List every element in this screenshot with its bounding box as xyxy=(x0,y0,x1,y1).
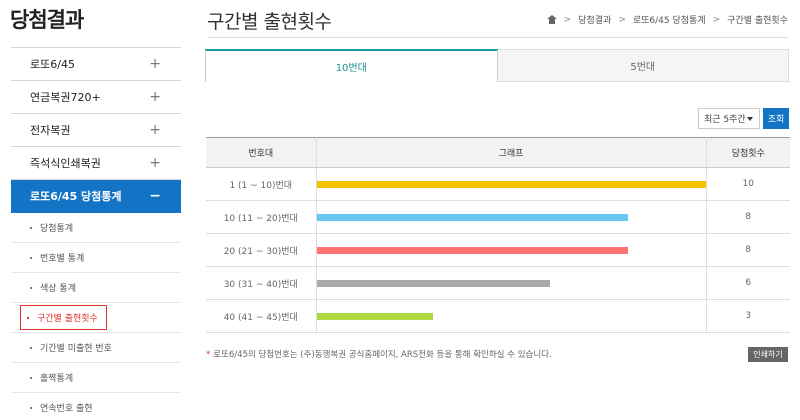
column-header-graph: 그래프 xyxy=(316,137,707,168)
footnote: * 로또6/45의 당첨번호는 (주)동행복권 공식홈페이지, ARS전화 등을 … xyxy=(206,348,552,360)
sidebar-item-label: 연금복권720+ xyxy=(30,91,101,104)
frequency-bar xyxy=(316,213,628,221)
table-row: 1 (1 ~ 10)번대 10 xyxy=(206,167,790,201)
column-header-range: 번호대 xyxy=(206,137,317,168)
plus-icon: + xyxy=(149,89,161,105)
table-row: 20 (21 ~ 30)번대 8 xyxy=(206,233,790,267)
sidebar-item-electronic[interactable]: 전자복권 + xyxy=(11,114,181,147)
sidebar-submenu: 당첨통계 번호별 통계 색상 통계 구간별 출현횟수 기간별 미출현 번호 홀짝… xyxy=(11,213,181,420)
period-select-value: 최근 5주간 xyxy=(704,115,746,125)
graph-cell xyxy=(316,266,707,300)
bullet-icon xyxy=(30,256,32,259)
sidebar-menu: 로또6/45 + 연금복권720+ + 전자복권 + 즉석식인쇄복권 + 로또6… xyxy=(11,47,181,420)
tab-5-range[interactable]: 5번대 xyxy=(497,49,789,82)
column-header-count: 당첨횟수 xyxy=(706,137,790,168)
bullet-icon xyxy=(30,346,32,349)
breadcrumb-item[interactable]: 로또6/45 당첨통계 xyxy=(633,13,706,26)
frequency-bar xyxy=(316,246,628,254)
sidebar-item-label: 전자복권 xyxy=(30,124,71,137)
frequency-bar xyxy=(316,312,434,320)
frequency-table: 번호대 그래프 당첨횟수 1 (1 ~ 10)번대 10 10 (11 ~ 20)번… xyxy=(206,137,790,333)
count-cell: 8 xyxy=(706,200,790,234)
frequency-bar xyxy=(316,279,550,287)
breadcrumb: > 당첨결과 > 로또6/45 당첨통계 > 구간별 출현횟수 xyxy=(546,13,788,26)
submenu-item-missing-numbers[interactable]: 기간별 미출현 번호 xyxy=(11,333,181,363)
chevron-right-icon: > xyxy=(618,14,626,25)
sidebar-item-lotto645[interactable]: 로또6/45 + xyxy=(11,48,181,81)
graph-cell xyxy=(316,167,707,201)
submenu-item-label: 당첨통계 xyxy=(40,224,74,234)
period-select[interactable]: 최근 5주간 xyxy=(698,108,760,129)
plus-icon: + xyxy=(149,122,161,138)
bullet-icon xyxy=(30,226,32,229)
count-cell: 8 xyxy=(706,233,790,267)
sidebar-item-pension720[interactable]: 연금복권720+ + xyxy=(11,81,181,114)
chevron-right-icon: > xyxy=(712,14,721,25)
range-tabs: 10번대 5번대 xyxy=(205,49,789,82)
footnote-text: 로또6/45의 당첨번호는 (주)동행복권 공식홈페이지, ARS전화 등을 통… xyxy=(213,350,552,360)
submenu-item-label: 번호별 통계 xyxy=(40,254,85,264)
submenu-item-consecutive[interactable]: 연속번호 출현 xyxy=(11,393,181,420)
tab-10-range[interactable]: 10번대 xyxy=(205,49,498,82)
plus-icon: + xyxy=(149,56,161,72)
submenu-item-label: 구간별 출현횟수 xyxy=(37,314,98,324)
search-button[interactable]: 조회 xyxy=(763,108,789,129)
bullet-icon xyxy=(30,376,32,379)
frequency-bar xyxy=(316,180,706,188)
submenu-item-odd-even[interactable]: 홀짝통계 xyxy=(11,363,181,393)
submenu-item-label: 기간별 미출현 번호 xyxy=(40,344,112,354)
submenu-item-win-stats[interactable]: 당첨통계 xyxy=(11,213,181,243)
range-cell: 40 (41 ~ 45)번대 xyxy=(206,299,317,333)
table-row: 30 (31 ~ 40)번대 6 xyxy=(206,266,790,300)
table-row: 10 (11 ~ 20)번대 8 xyxy=(206,200,790,234)
count-cell: 6 xyxy=(706,266,790,300)
submenu-item-number-stats[interactable]: 번호별 통계 xyxy=(11,243,181,273)
submenu-item-range-frequency[interactable]: 구간별 출현횟수 xyxy=(11,303,181,333)
sidebar-item-label: 즉석식인쇄복권 xyxy=(30,157,101,170)
range-cell: 20 (21 ~ 30)번대 xyxy=(206,233,317,267)
breadcrumb-item[interactable]: 당첨결과 xyxy=(578,13,611,26)
header-divider xyxy=(207,37,788,38)
table-header-row: 번호대 그래프 당첨횟수 xyxy=(206,137,790,168)
submenu-item-label: 색상 통계 xyxy=(40,284,76,294)
submenu-item-color-stats[interactable]: 색상 통계 xyxy=(11,273,181,303)
graph-cell xyxy=(316,200,707,234)
range-cell: 10 (11 ~ 20)번대 xyxy=(206,200,317,234)
count-cell: 10 xyxy=(706,167,790,201)
range-cell: 1 (1 ~ 10)번대 xyxy=(206,167,317,201)
plus-icon: + xyxy=(149,155,161,171)
minus-icon: − xyxy=(149,188,161,204)
footnote-mark: * xyxy=(206,350,211,360)
graph-cell xyxy=(316,299,707,333)
bullet-icon xyxy=(27,316,29,319)
home-icon[interactable] xyxy=(546,15,557,24)
current-highlight: 구간별 출현횟수 xyxy=(20,305,107,330)
sidebar-item-label: 로또6/45 당첨통계 xyxy=(30,190,122,203)
submenu-item-label: 홀짝통계 xyxy=(40,374,74,384)
sidebar-title: 당첨결과 xyxy=(10,8,84,32)
bullet-icon xyxy=(30,406,32,409)
print-button[interactable]: 인쇄하기 xyxy=(748,347,788,362)
submenu-item-label: 연속번호 출현 xyxy=(40,404,93,414)
breadcrumb-item[interactable]: 구간별 출현횟수 xyxy=(727,13,788,26)
sidebar-item-lotto-stats[interactable]: 로또6/45 당첨통계 − xyxy=(11,180,181,213)
graph-cell xyxy=(316,233,707,267)
table-row: 40 (41 ~ 45)번대 3 xyxy=(206,299,790,333)
caret-down-icon xyxy=(747,117,753,121)
page-title: 구간별 출현횟수 xyxy=(207,11,332,33)
bullet-icon xyxy=(30,286,32,289)
sidebar-item-instant[interactable]: 즉석식인쇄복권 + xyxy=(11,147,181,180)
sidebar-item-label: 로또6/45 xyxy=(30,58,75,71)
chevron-right-icon: > xyxy=(563,14,572,25)
count-cell: 3 xyxy=(706,299,790,333)
range-cell: 30 (31 ~ 40)번대 xyxy=(206,266,317,300)
